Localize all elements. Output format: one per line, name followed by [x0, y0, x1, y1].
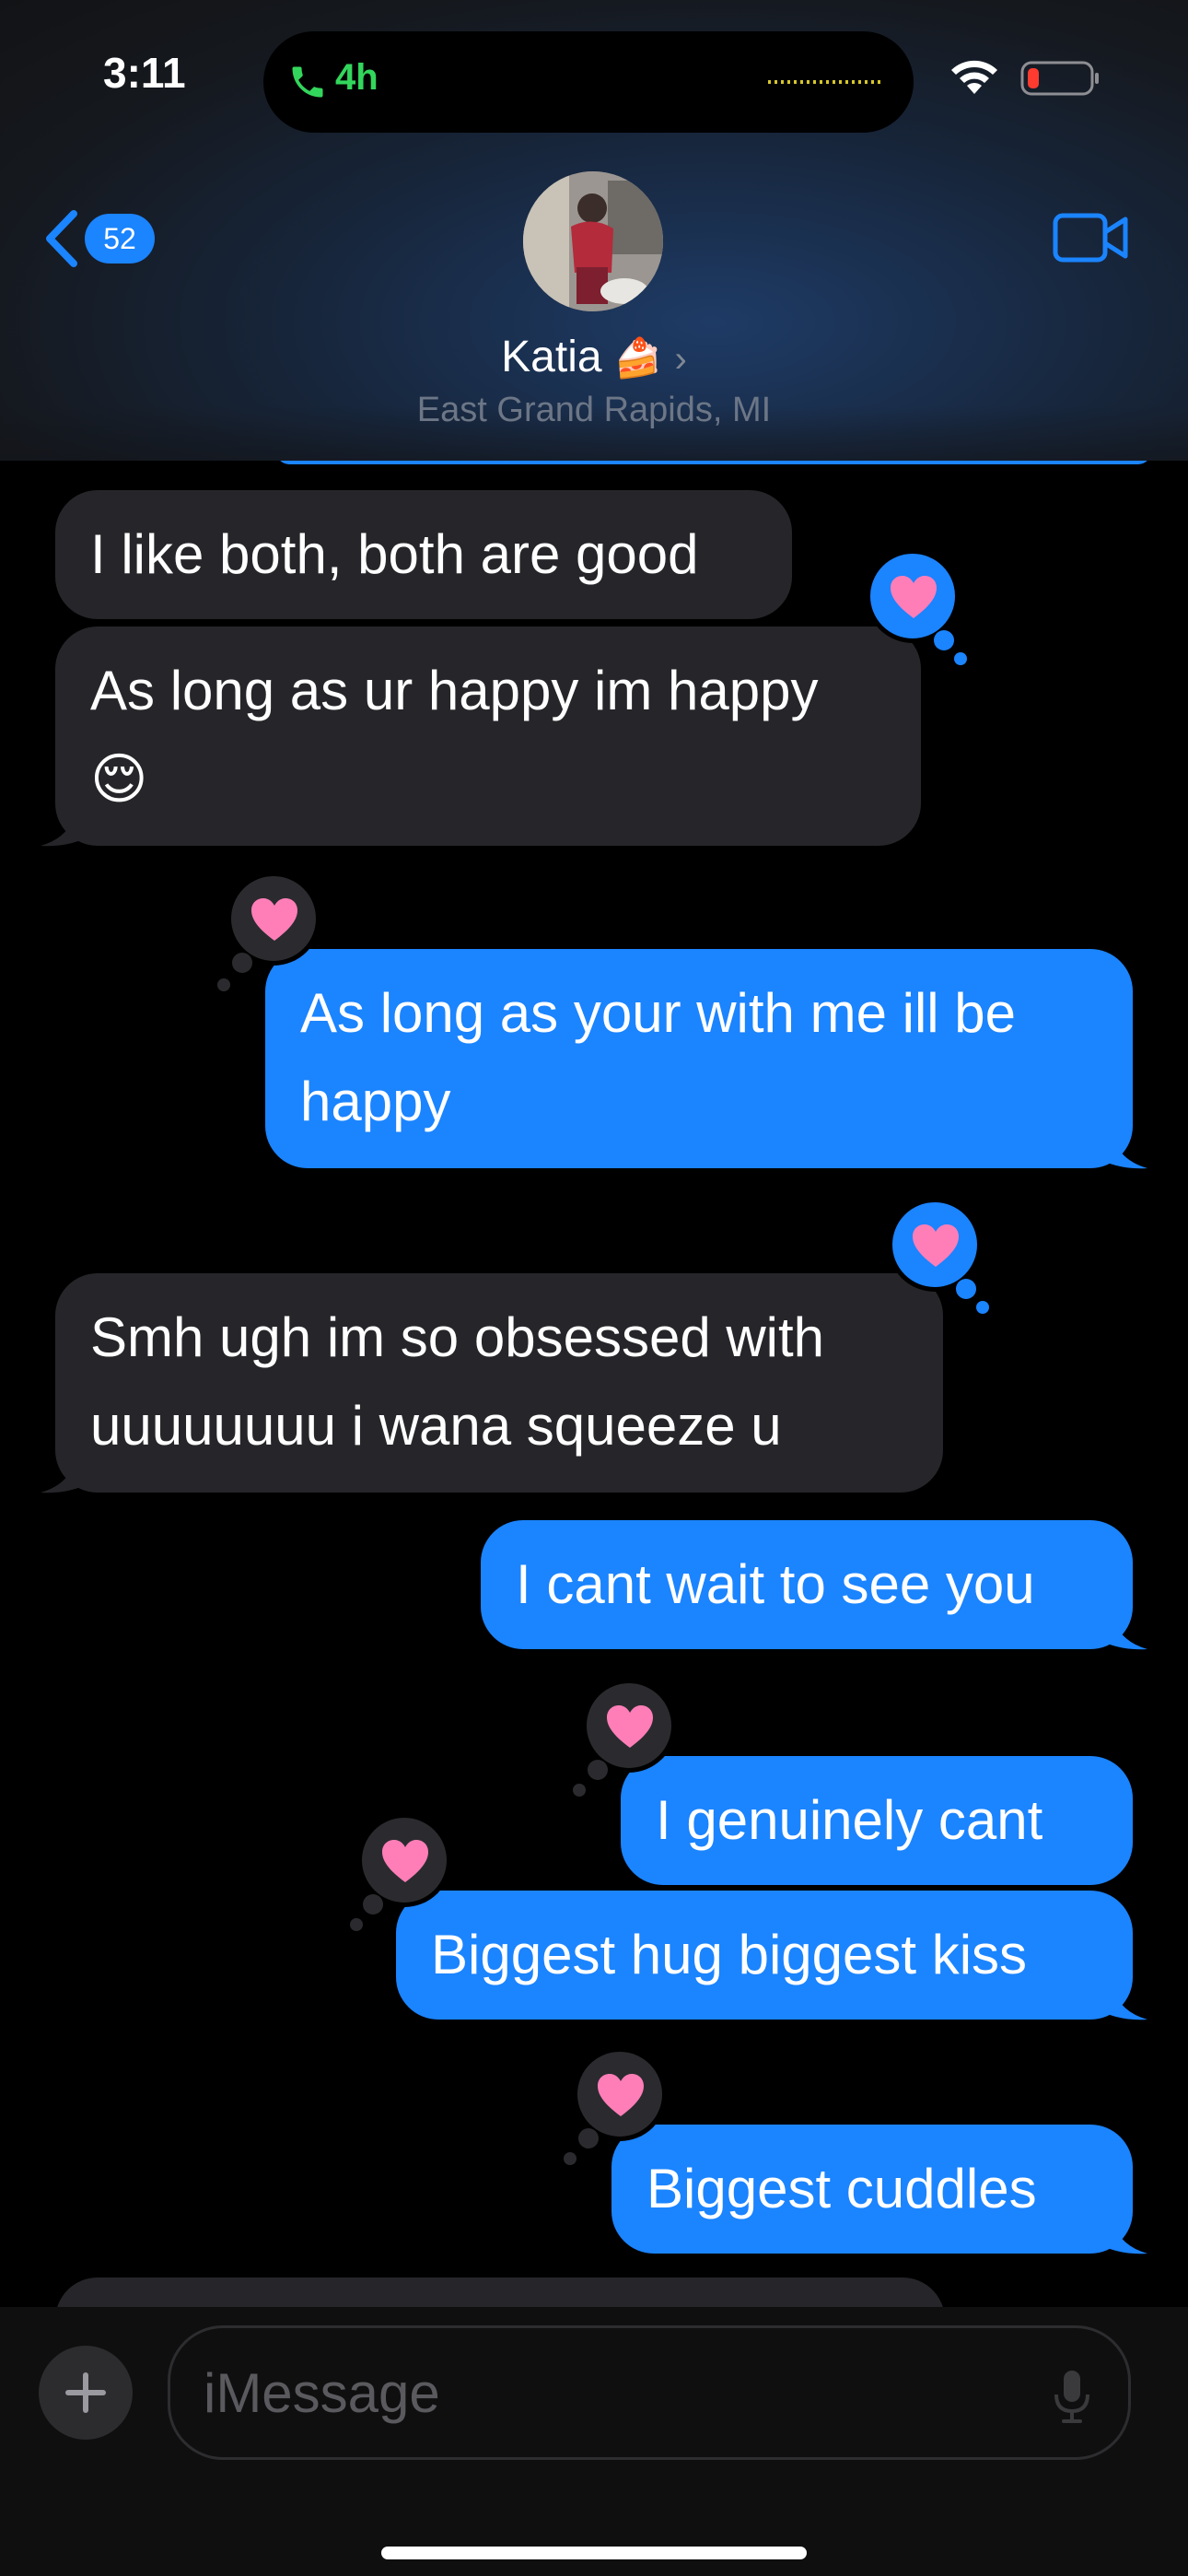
heart-icon [607, 1705, 653, 1748]
status-time: 3:11 [103, 49, 186, 97]
received-message[interactable]: As long as ur happy im happy 😌 [55, 626, 921, 846]
message-text-line: uuuuuuuu i wana squeeze u [90, 1395, 782, 1457]
avatar-photo [523, 171, 663, 311]
message-input[interactable]: iMessage [168, 2325, 1131, 2460]
audio-wave-icon [768, 80, 884, 84]
reaction-dot [934, 630, 954, 650]
sent-message[interactable]: I genuinely cant [621, 1756, 1133, 1885]
heart-reaction[interactable] [227, 872, 320, 966]
message-text-line: As long as your with me ill be [300, 982, 1017, 1044]
reaction-dot [578, 2128, 599, 2149]
phone-call-icon [292, 66, 323, 98]
message-text-line: Smh ugh im so obsessed with [90, 1306, 825, 1368]
reaction-dot [363, 1894, 383, 1914]
contact-avatar[interactable] [523, 171, 663, 311]
message-emoji: 😌 [90, 748, 148, 810]
message-text-line: As long as ur happy im happy [90, 660, 819, 721]
heart-icon [891, 576, 937, 618]
reaction-dot [350, 1918, 363, 1931]
cake-emoji: 🍰 [613, 336, 663, 380]
home-indicator[interactable] [381, 2547, 807, 2559]
reaction-dot [954, 652, 967, 665]
message-text-line: happy [300, 1071, 451, 1132]
heart-icon [598, 2074, 644, 2116]
conversation-header: 3:11 4h 52 Katia 🍰 › East Grand Rapids, … [0, 0, 1188, 461]
received-message[interactable]: I like both, both are good [55, 490, 792, 619]
reaction-dot [573, 1784, 586, 1797]
plus-icon [65, 2372, 106, 2413]
reaction-dot [217, 978, 230, 991]
message-composer: iMessage [0, 2307, 1188, 2576]
reaction-dot [232, 953, 252, 973]
message-input-placeholder: iMessage [204, 2362, 440, 2424]
message-text: Biggest cuddles [646, 2158, 1037, 2219]
back-button[interactable]: 52 [42, 206, 162, 271]
message-text: I genuinely cant [656, 1789, 1043, 1851]
contact-location: East Grand Rapids, MI [416, 391, 772, 429]
message-text: I cant wait to see you [516, 1553, 1035, 1615]
message-text: Biggest hug biggest kiss [431, 1924, 1028, 1985]
chevron-right-icon: › [674, 339, 687, 380]
reaction-dot [588, 1760, 608, 1780]
received-message[interactable]: Smh ugh im so obsessed with uuuuuuuu i w… [55, 1273, 943, 1493]
reaction-dot [564, 2152, 577, 2165]
contact-name-row[interactable]: Katia 🍰 › [0, 332, 1188, 382]
battery-low-icon [1020, 61, 1099, 96]
dynamic-island[interactable]: 4h [263, 31, 914, 133]
apps-button[interactable] [39, 2346, 133, 2440]
call-duration: 4h [335, 57, 379, 98]
heart-icon [913, 1224, 959, 1267]
chevron-left-icon [46, 210, 77, 267]
sent-message[interactable]: As long as your with me ill be happy [265, 949, 1133, 1168]
heart-reaction[interactable] [357, 1813, 451, 1907]
video-call-icon[interactable] [1052, 208, 1129, 267]
heart-reaction[interactable] [573, 2047, 667, 2141]
sent-message[interactable]: Biggest cuddles [611, 2125, 1133, 2254]
microphone-icon[interactable] [1053, 2369, 1091, 2424]
heart-icon [251, 898, 297, 941]
reaction-dot [976, 1301, 989, 1314]
reaction-dot [956, 1279, 976, 1299]
contact-name: Katia [501, 333, 602, 381]
message-text: I like both, both are good [90, 523, 699, 585]
heart-icon [382, 1840, 428, 1882]
heart-reaction[interactable] [888, 1198, 982, 1292]
heart-reaction[interactable] [866, 549, 960, 643]
heart-reaction[interactable] [582, 1679, 676, 1773]
sent-message[interactable]: I cant wait to see you [481, 1520, 1133, 1649]
wifi-icon [951, 60, 997, 94]
sent-message[interactable]: Biggest hug biggest kiss [396, 1891, 1133, 2020]
unread-count-badge: 52 [85, 214, 155, 263]
